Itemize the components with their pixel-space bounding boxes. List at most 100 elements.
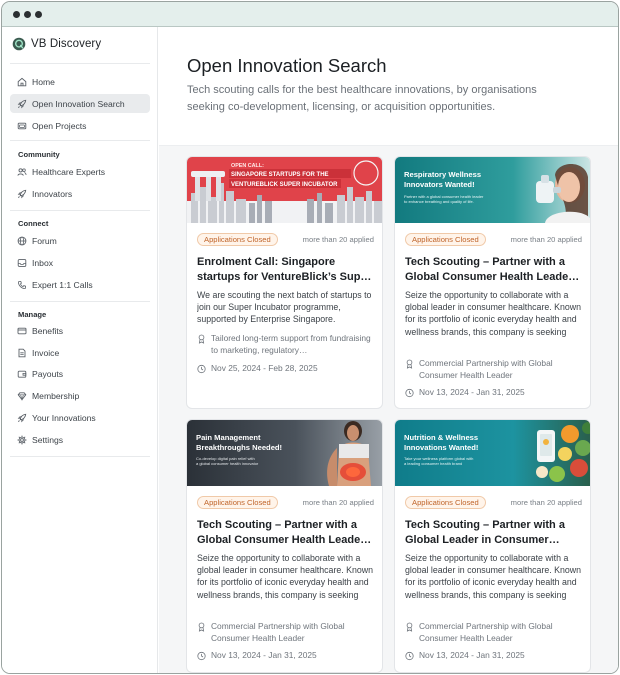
card-detail: Tailored long-term support from fundrais…	[197, 333, 375, 357]
banner-text: OPEN CALL:	[231, 163, 264, 169]
card-description: Seize the opportunity to collaborate wit…	[405, 553, 582, 600]
applied-count: more than 20 applied	[302, 235, 374, 244]
applied-count: more than 20 applied	[302, 498, 374, 507]
status-badge: Applications Closed	[197, 233, 278, 246]
innovation-card[interactable]: Nutrition & Wellness Innovations Wanted!…	[394, 419, 591, 673]
card-title[interactable]: Enrolment Call: Singapore startups for V…	[197, 255, 375, 285]
sidebar-divider	[10, 140, 150, 141]
home-icon	[17, 77, 27, 86]
banner-text: Nutrition & Wellness	[404, 433, 478, 442]
sidebar-item-forum[interactable]: Forum	[10, 231, 150, 250]
sidebar-divider	[10, 63, 150, 64]
page-subtitle: Tech scouting calls for the best healthc…	[187, 84, 537, 113]
card-description: Seize the opportunity to collaborate wit…	[197, 553, 374, 600]
card-detail-text: Tailored long-term support from fundrais…	[211, 333, 371, 355]
sidebar-item-your-innovations[interactable]: Your Innovations	[10, 408, 150, 427]
logo-mark-icon	[12, 37, 26, 51]
window-titlebar	[2, 2, 618, 27]
banner-text: Innovations Wanted!	[404, 443, 478, 452]
card-title[interactable]: Tech Scouting – Partner with a Global Co…	[405, 255, 583, 285]
document-icon	[18, 348, 26, 357]
sidebar-item-home[interactable]: Home	[10, 72, 150, 91]
innovation-card[interactable]: OPEN CALL: SINGAPORE STARTUPS FOR THE VE…	[186, 156, 383, 409]
window-close-dot[interactable]	[13, 11, 20, 18]
sidebar-item-open-innovation-search[interactable]: Open Innovation Search	[10, 94, 150, 113]
card-banner-image: Nutrition & Wellness Innovations Wanted!…	[395, 420, 590, 486]
sidebar-item-innovators[interactable]: Innovators	[10, 184, 150, 203]
card-dates-text: Nov 13, 2024 - Jan 31, 2025	[419, 387, 525, 397]
card-dates: Nov 25, 2024 - Feb 28, 2025	[197, 363, 375, 375]
card-title[interactable]: Tech Scouting – Partner with a Global Co…	[197, 518, 375, 548]
card-dates: Nov 13, 2024 - Jan 31, 2025	[197, 650, 375, 662]
innovation-card[interactable]: Respiratory Wellness Innovators Wanted! …	[394, 156, 591, 409]
page-title: Open Innovation Search	[187, 55, 387, 76]
clock-icon	[405, 651, 414, 661]
award-icon	[198, 334, 205, 344]
banner-text: a global consumer health innovator	[196, 461, 259, 466]
banner-text: Innovators Wanted!	[404, 180, 475, 189]
banner-text: to enhance breathing and quality of life…	[404, 199, 474, 204]
card-dates-text: Nov 13, 2024 - Jan 31, 2025	[419, 650, 525, 660]
sidebar-item-label: Payouts	[32, 368, 64, 379]
sidebar-item-inbox[interactable]: Inbox	[10, 253, 150, 272]
rocket-icon	[17, 189, 27, 198]
sidebar-item-membership[interactable]: Membership	[10, 386, 150, 405]
sidebar-item-payouts[interactable]: Payouts	[10, 364, 150, 383]
main-content: Open Innovation Search Tech scouting cal…	[159, 27, 618, 673]
rocket-icon	[17, 99, 27, 108]
sidebar-item-settings[interactable]: Settings	[10, 430, 150, 449]
sidebar-divider	[10, 456, 150, 457]
wallet-icon	[17, 370, 27, 378]
app-logo[interactable]: VB Discovery	[12, 37, 101, 51]
card-title[interactable]: Tech Scouting – Partner with a Global Le…	[405, 518, 583, 548]
card-detail-text: Commercial Partnership with Global Consu…	[419, 358, 553, 380]
sidebar-item-expert-calls[interactable]: Expert 1:1 Calls	[10, 275, 150, 294]
sidebar-item-healthcare-experts[interactable]: Healthcare Experts	[10, 162, 150, 181]
sidebar-item-open-projects[interactable]: Open Projects	[10, 116, 150, 135]
banner-text: Respiratory Wellness	[404, 170, 481, 179]
card-dates: Nov 13, 2024 - Jan 31, 2025	[405, 387, 583, 399]
sidebar-item-label: Expert 1:1 Calls	[32, 279, 93, 290]
rocket-icon	[17, 413, 27, 422]
card-description: We are scouting the next batch of startu…	[197, 290, 372, 325]
card-dates-text: Nov 13, 2024 - Jan 31, 2025	[211, 650, 317, 660]
card-banner-image: Respiratory Wellness Innovators Wanted! …	[395, 157, 590, 223]
sidebar-item-label: Membership	[32, 390, 80, 401]
banner-text: Pain Management	[196, 433, 261, 442]
innovation-card[interactable]: Pain Management Breakthroughs Needed! Co…	[186, 419, 383, 673]
inbox-icon	[17, 258, 27, 267]
banner-text: VENTUREBLICK SUPER INCUBATOR	[231, 182, 338, 188]
card-detail: Commercial Partnership with Global Consu…	[197, 621, 375, 645]
browser-window: VB Discovery Home Open Innovation Search…	[1, 1, 619, 674]
card-dates: Nov 13, 2024 - Jan 31, 2025	[405, 650, 583, 662]
award-icon	[198, 622, 205, 632]
gear-icon	[17, 434, 27, 445]
sidebar-item-label: Home	[32, 76, 55, 87]
sidebar-item-label: Open Innovation Search	[32, 98, 125, 109]
sidebar-item-invoice[interactable]: Invoice	[10, 343, 150, 362]
app-name: VB Discovery	[31, 38, 102, 50]
card-detail: Commercial Partnership with Global Consu…	[405, 621, 583, 645]
clock-icon	[197, 651, 206, 661]
clock-icon	[405, 388, 414, 398]
sidebar-item-label: Your Innovations	[32, 412, 96, 423]
applied-count: more than 20 applied	[510, 498, 582, 507]
card-icon	[17, 327, 27, 334]
card-detail-text: Commercial Partnership with Global Consu…	[419, 621, 553, 643]
diamond-icon	[17, 391, 27, 401]
sidebar-item-label: Settings	[32, 434, 64, 445]
status-badge: Applications Closed	[405, 496, 486, 509]
section-title-connect: Connect	[18, 219, 49, 228]
window-maximize-dot[interactable]	[35, 11, 42, 18]
sidebar-item-benefits[interactable]: Benefits	[10, 321, 150, 340]
sidebar-item-label: Inbox	[32, 257, 54, 268]
sidebar-item-label: Healthcare Experts	[32, 166, 106, 177]
sidebar-item-label: Forum	[32, 235, 57, 246]
window-minimize-dot[interactable]	[24, 11, 31, 18]
award-icon	[406, 622, 413, 632]
people-icon	[17, 167, 27, 176]
sidebar-item-label: Invoice	[32, 347, 60, 358]
card-detail: Commercial Partnership with Global Consu…	[405, 358, 583, 382]
status-badge: Applications Closed	[197, 496, 278, 509]
clock-icon	[197, 364, 206, 374]
